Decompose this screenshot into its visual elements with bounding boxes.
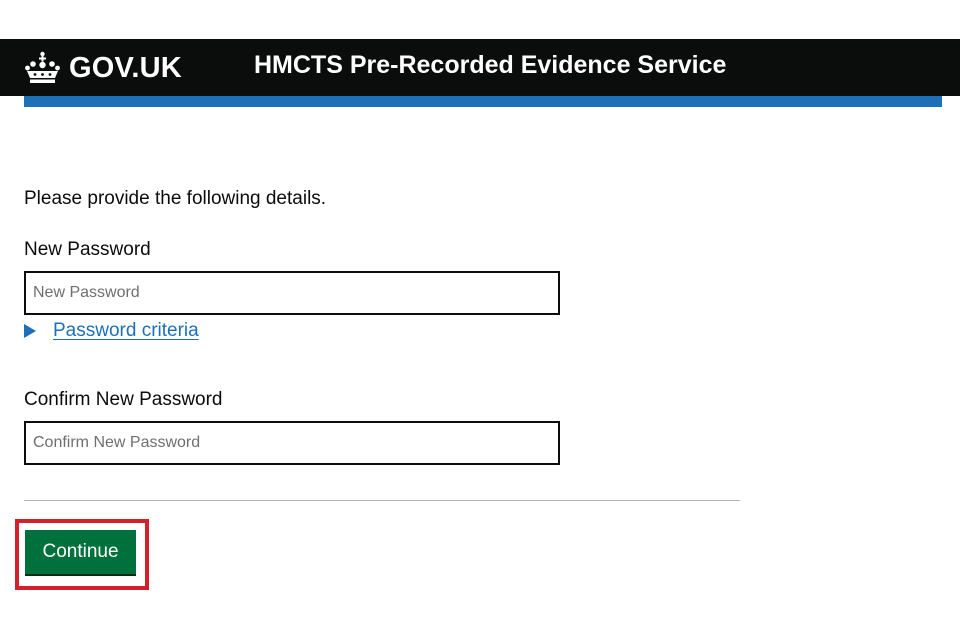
confirm-password-label: Confirm New Password <box>24 389 223 410</box>
triangle-right-icon <box>24 324 36 338</box>
logo-text: GOV.UK <box>69 51 182 84</box>
page: GOV.UK HMCTS Pre-Recorded Evidence Servi… <box>0 0 960 640</box>
service-name-link[interactable]: HMCTS Pre-Recorded Evidence Service <box>254 51 726 80</box>
new-password-label: New Password <box>24 239 151 260</box>
section-divider <box>24 500 740 501</box>
new-password-input[interactable] <box>24 271 560 315</box>
password-criteria-details[interactable]: Password criteria <box>24 320 199 342</box>
govuk-logo-link[interactable]: GOV.UK <box>24 48 182 88</box>
site-header: GOV.UK HMCTS Pre-Recorded Evidence Servi… <box>0 39 960 96</box>
intro-text: Please provide the following details. <box>24 188 327 209</box>
continue-button[interactable]: Continue <box>25 530 136 574</box>
header-stripe <box>24 96 942 107</box>
confirm-password-input[interactable] <box>24 421 560 465</box>
password-criteria-link[interactable]: Password criteria <box>53 320 199 342</box>
crown-icon <box>25 51 60 83</box>
